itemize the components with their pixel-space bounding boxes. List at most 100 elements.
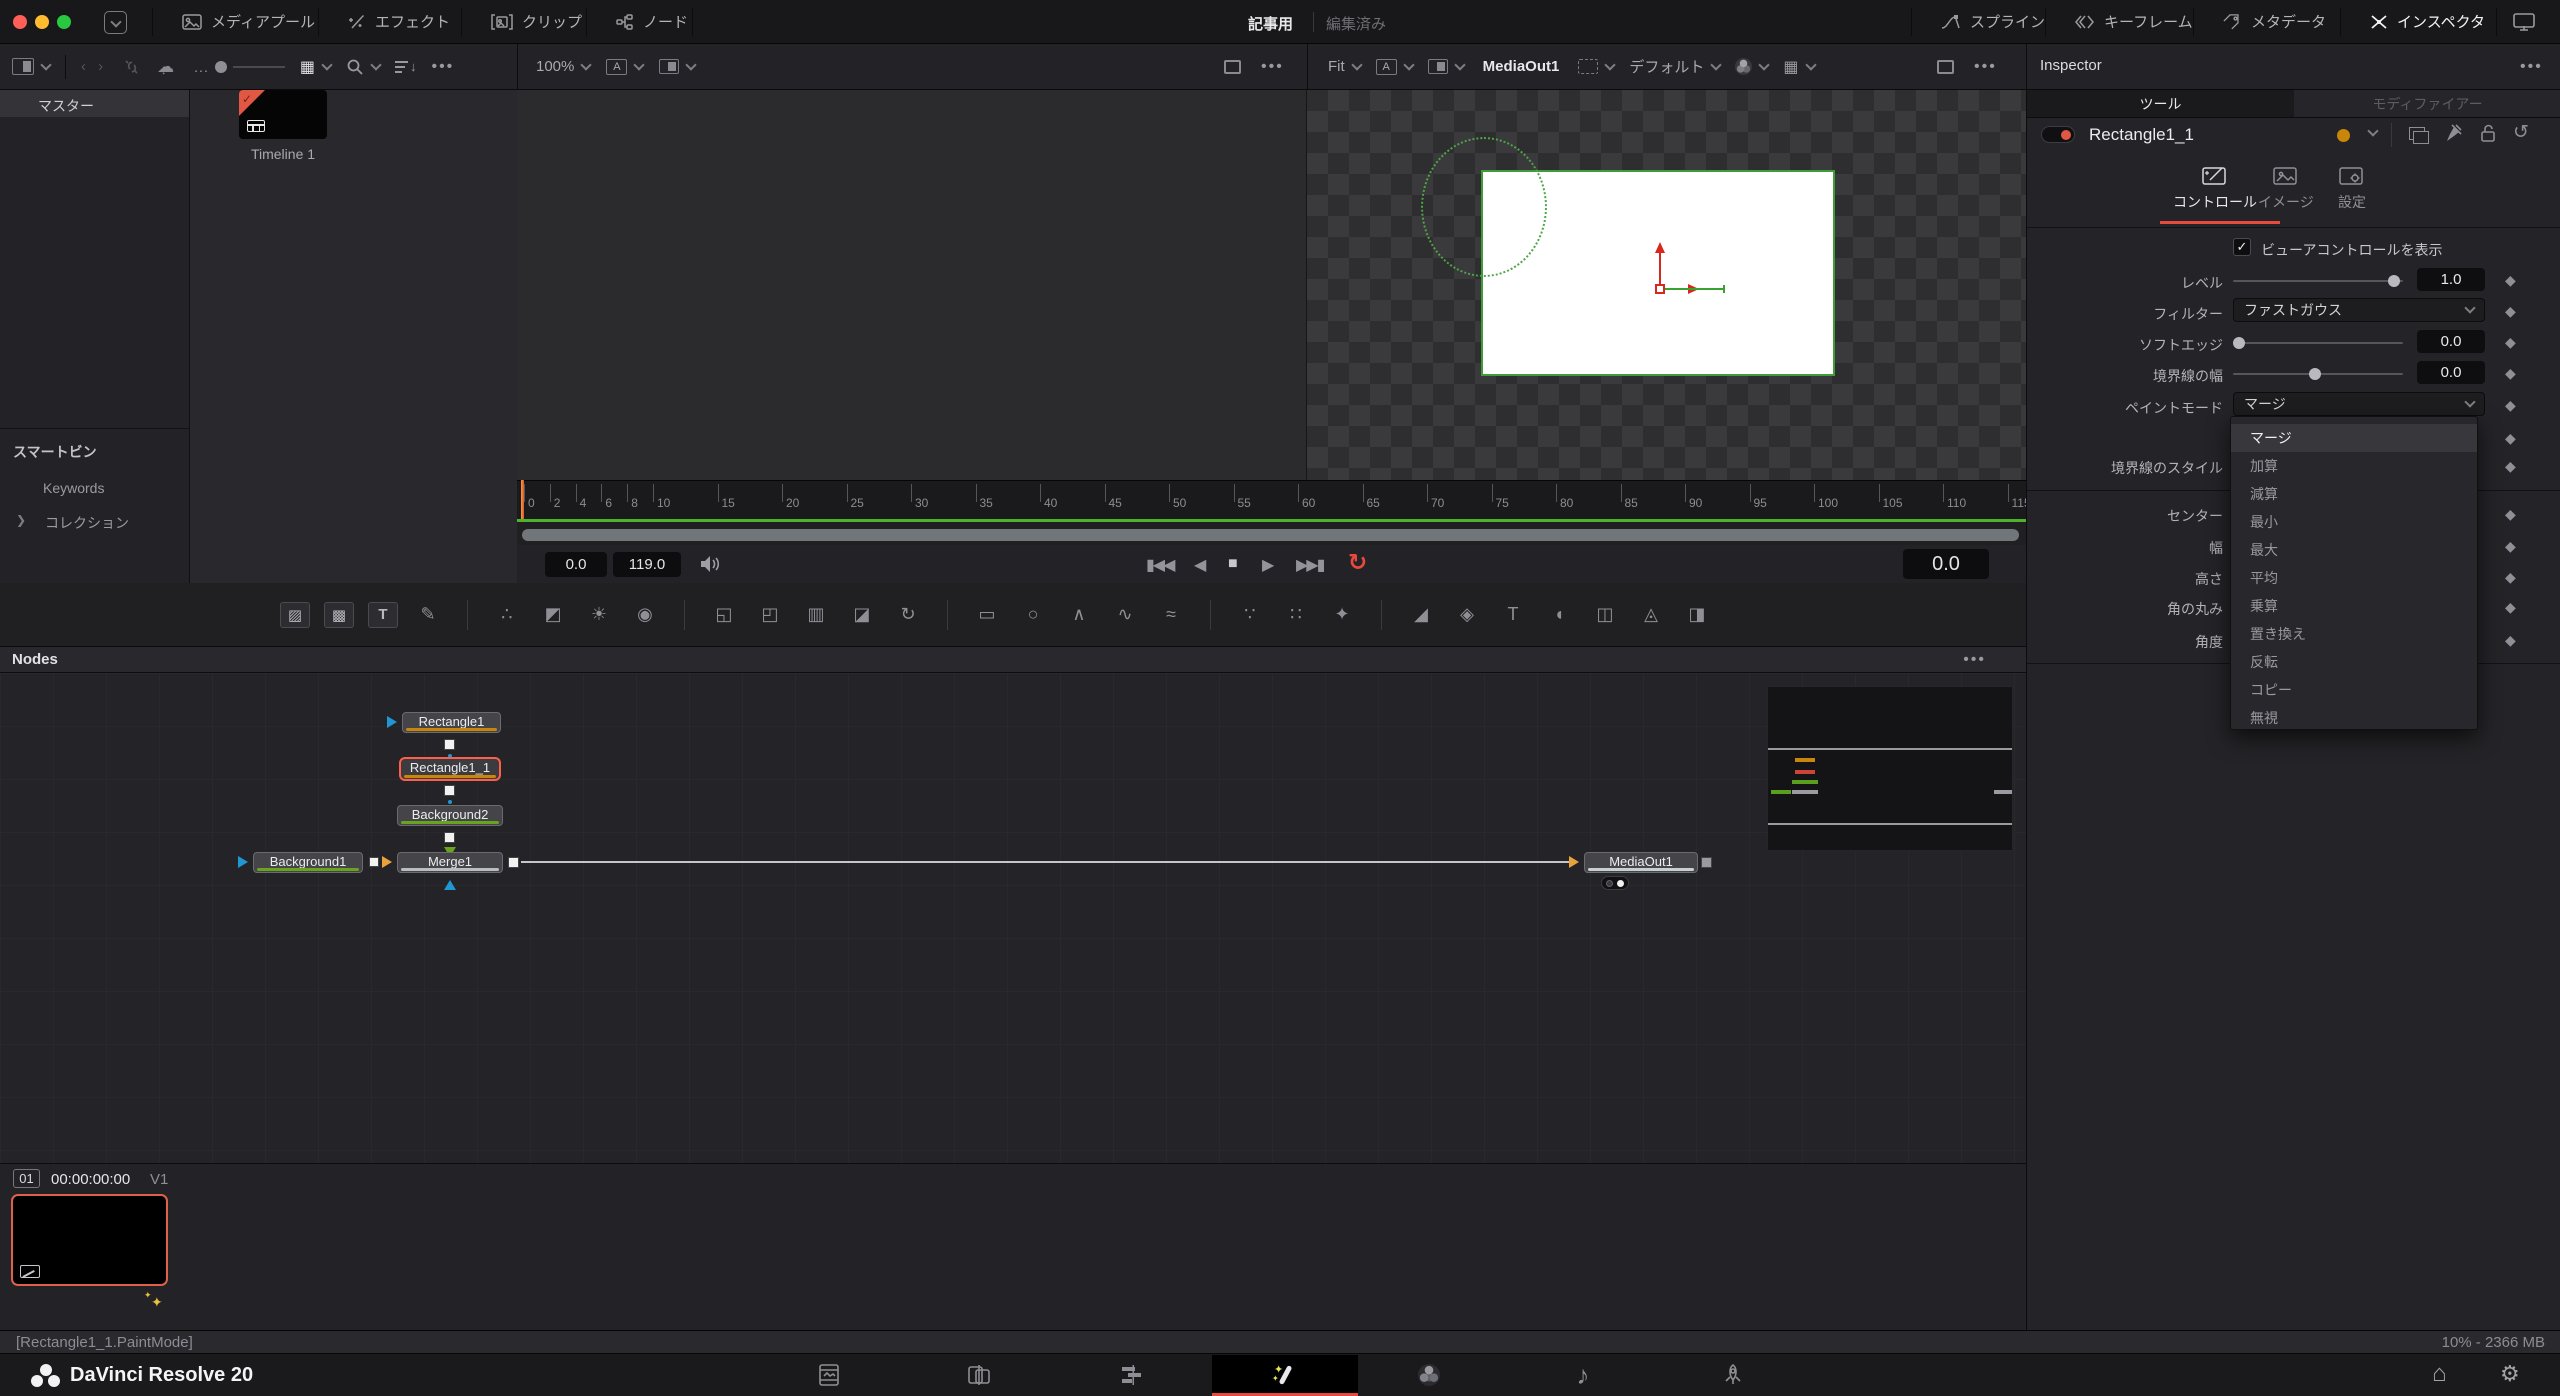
node-merge1[interactable]: Merge1 — [397, 852, 503, 873]
color-corrector-tool-icon[interactable]: ∴ — [491, 601, 523, 629]
tab-metadata[interactable]: メタデータ — [2199, 0, 2350, 44]
sidebar-item-master[interactable]: マスター — [0, 90, 189, 117]
camera-3d-tool-icon[interactable]: ◫ — [1589, 601, 1621, 629]
lut-preset-dropdown[interactable]: デフォルト — [1629, 56, 1720, 77]
node-minimap[interactable] — [1767, 686, 2013, 851]
settings-gear-icon[interactable]: ⚙ — [2500, 1361, 2520, 1387]
step-back-button[interactable]: ◀ — [1194, 555, 1204, 575]
copy-icon[interactable] — [2409, 127, 2425, 140]
current-clip-thumbnail[interactable] — [11, 1194, 168, 1286]
level-value[interactable]: 1.0 — [2417, 268, 2485, 291]
node-editor[interactable]: Rectangle1 Rectangle1_1 Background2 Back… — [0, 673, 2026, 1163]
timeline-scrollbar[interactable] — [522, 529, 2019, 541]
connection-line[interactable] — [521, 861, 1570, 863]
page-media[interactable] — [809, 1356, 849, 1394]
node-connector[interactable] — [1701, 857, 1712, 868]
node-rectangle1-1[interactable]: Rectangle1_1 — [399, 757, 501, 781]
shape-3d-tool-icon[interactable]: ◖ — [1543, 601, 1575, 629]
keyframe-diamond-icon[interactable]: ◆ — [2505, 632, 2516, 649]
paint-mode-option[interactable]: 乗算 — [2231, 592, 2477, 620]
quick-export-icon[interactable] — [104, 11, 127, 34]
reset-icon[interactable]: ↺ — [2513, 121, 2529, 144]
page-fusion-active[interactable]: ✦ ✦ — [1212, 1355, 1358, 1393]
cloud-icon[interactable]: ☁↓ — [157, 57, 179, 77]
roi-dropdown[interactable] — [1578, 59, 1614, 74]
merge-tool-icon[interactable]: ◱ — [708, 601, 740, 629]
viewer-assign-buttons[interactable] — [1601, 876, 1629, 890]
ellipse-mask-tool-icon[interactable]: ○ — [1017, 601, 1049, 629]
pin-icon[interactable] — [2445, 123, 2463, 143]
viewer2-dot[interactable] — [1617, 880, 1624, 887]
page-color[interactable] — [1409, 1356, 1449, 1394]
tab-effects[interactable]: エフェクト — [324, 0, 474, 44]
color-controls-dropdown[interactable] — [1735, 58, 1768, 75]
dissolve-tool-icon[interactable]: ◰ — [754, 601, 786, 629]
paint-mode-option[interactable]: 反転 — [2231, 648, 2477, 676]
sort-icon[interactable]: ↓ — [395, 59, 417, 74]
level-slider[interactable] — [2233, 280, 2403, 282]
page-cut[interactable] — [959, 1356, 999, 1394]
image-plane-3d-tool-icon[interactable]: ◢ — [1405, 601, 1437, 629]
fast-noise-tool-icon[interactable]: ▩ — [324, 602, 354, 628]
soft-edge-value[interactable]: 0.0 — [2417, 330, 2485, 353]
keyframe-diamond-icon[interactable]: ◆ — [2505, 397, 2516, 414]
color-curves-tool-icon[interactable]: ◩ — [537, 601, 569, 629]
viewer-options-icon[interactable]: ••• — [1261, 58, 1284, 76]
collections-chevron-icon[interactable]: ❯ — [16, 513, 26, 527]
playhead[interactable] — [521, 480, 524, 519]
matte-control-tool-icon[interactable]: ◪ — [846, 601, 878, 629]
keyframe-diamond-icon[interactable]: ◆ — [2505, 334, 2516, 351]
channel-dropdown[interactable]: A — [606, 59, 643, 75]
node-enable-toggle[interactable] — [2041, 126, 2075, 143]
rectangle-mask-tool-icon[interactable]: ▭ — [971, 601, 1003, 629]
fit-dropdown[interactable]: Fit — [1328, 58, 1361, 75]
paint-mode-option[interactable]: 最大 — [2231, 536, 2477, 564]
window-zoom-button[interactable] — [57, 15, 71, 29]
node-connector[interactable] — [508, 857, 519, 868]
node-connector[interactable] — [369, 857, 379, 867]
subtab-settings[interactable]: 設定 — [2338, 166, 2366, 212]
node-color-chevron-icon[interactable] — [2367, 125, 2378, 136]
relink-icon[interactable] — [122, 59, 142, 75]
view-layout-dropdown[interactable] — [1428, 59, 1464, 74]
nodes-options-icon[interactable]: ••• — [1963, 651, 1986, 669]
soft-edge-slider[interactable] — [2233, 342, 2403, 344]
paint-mode-option[interactable]: 置き換え — [2231, 620, 2477, 648]
keyframe-diamond-icon[interactable]: ◆ — [2505, 458, 2516, 475]
keyframe-diamond-icon[interactable]: ◆ — [2505, 365, 2516, 382]
particle-render-tool-icon[interactable]: ∷ — [1280, 601, 1312, 629]
timeline-clip-thumbnail[interactable]: ✓ — [239, 90, 327, 139]
viewer-zoom-dropdown[interactable]: 100% — [536, 58, 590, 75]
sidebar-toggle-icon[interactable] — [12, 58, 50, 75]
paint-mode-option[interactable]: コピー — [2231, 676, 2477, 704]
window-minimize-button[interactable] — [35, 15, 49, 29]
tab-tools[interactable]: ツール — [2027, 90, 2294, 118]
page-deliver[interactable] — [1713, 1356, 1753, 1394]
current-frame-display[interactable]: 0.0 — [1903, 549, 1989, 579]
keyframe-diamond-icon[interactable]: ◆ — [2505, 303, 2516, 320]
keyframe-diamond-icon[interactable]: ◆ — [2505, 506, 2516, 523]
go-to-start-button[interactable]: ▮◀◀ — [1146, 555, 1173, 575]
paint-mode-option[interactable]: マージ — [2231, 424, 2477, 452]
node-connector[interactable] — [444, 739, 455, 750]
viewer1-dot[interactable] — [1606, 880, 1613, 887]
text-plus-tool-icon[interactable]: T — [368, 602, 398, 628]
background-tool-icon[interactable]: ▨ — [280, 602, 310, 628]
show-viewer-controls-checkbox[interactable]: ✓ — [2233, 238, 2251, 256]
border-width-value[interactable]: 0.0 — [2417, 361, 2485, 384]
node-color-swatch[interactable] — [2337, 129, 2350, 142]
node-background2[interactable]: Background2 — [397, 805, 503, 826]
timeline-ruler[interactable]: 0246810152025303540455055606570758085909… — [517, 480, 2026, 519]
viewer-options-icon[interactable]: ••• — [1974, 58, 1997, 76]
subtab-controls[interactable]: コントロール — [2173, 166, 2257, 212]
filter-dropdown[interactable]: ファストガウス — [2233, 298, 2485, 322]
render-in-field[interactable]: 0.0 — [545, 552, 607, 577]
paint-mode-popup[interactable]: マージ加算減算最小最大平均乗算置き換え反転コピー無視 — [2230, 416, 2478, 730]
tab-keyframes[interactable]: キーフレーム — [2051, 0, 2217, 44]
grid-view-icon[interactable]: ▦ — [300, 57, 331, 77]
window-close-button[interactable] — [13, 15, 27, 29]
tracker-tool-icon[interactable]: ✦ — [1326, 601, 1358, 629]
tab-nodes[interactable]: ノード — [592, 0, 712, 44]
renderer-3d-tool-icon[interactable]: ◨ — [1681, 601, 1713, 629]
ellipse-mask-outline[interactable] — [1421, 137, 1547, 277]
